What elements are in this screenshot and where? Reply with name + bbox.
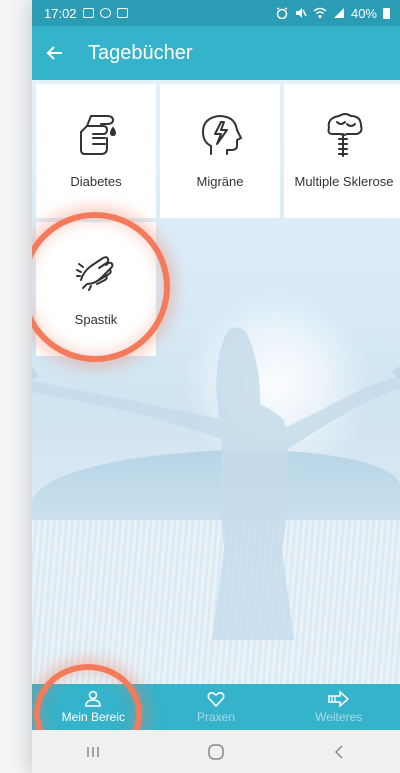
tile-label-diabetes: Diabetes <box>70 174 122 189</box>
arrow-right-outline-icon <box>327 690 349 708</box>
home-button[interactable] <box>186 730 246 773</box>
system-navigation-bar <box>32 730 400 773</box>
brain-spine-icon <box>321 112 367 158</box>
nav-label-mein-bereich: Mein Bereic <box>61 710 126 724</box>
wifi-icon <box>313 7 327 18</box>
status-right: 40% <box>275 6 390 21</box>
gallery-notification-icon <box>82 8 94 18</box>
tile-spastik[interactable]: Spastik <box>36 222 156 356</box>
tile-diabetes[interactable]: Diabetes <box>36 84 156 218</box>
battery-percentage: 40% <box>350 5 377 21</box>
status-left: 17:02 <box>44 6 128 21</box>
tile-label-migraene: Migräne <box>196 174 244 189</box>
tile-label-spastik: Spastik <box>74 312 118 327</box>
page-title: Tagebücher <box>88 41 193 64</box>
spastic-hand-icon <box>73 250 119 296</box>
battery-icon <box>383 7 390 19</box>
heart-icon <box>207 691 225 708</box>
recents-icon <box>87 746 100 757</box>
arrow-left-icon <box>46 46 62 60</box>
nav-label-weiteres: Weiteres <box>315 710 363 724</box>
system-back-button[interactable] <box>309 730 369 773</box>
image-notification-icon <box>116 8 128 18</box>
phone-screen: 17:02 40% Tagebücher Diabetes Migräne Mu… <box>32 0 400 773</box>
status-bar: 17:02 40% <box>32 0 400 26</box>
diabetes-hand-drop-icon <box>73 112 119 158</box>
recents-button[interactable] <box>63 730 123 773</box>
app-bar: Tagebücher <box>32 26 400 80</box>
tile-multiple-sklerose[interactable]: Multiple Sklerose <box>284 84 400 218</box>
head-lightning-icon <box>197 112 243 158</box>
tile-label-multiple-sklerose: Multiple Sklerose <box>294 174 394 189</box>
bottom-navigation: Mein Bereic Praxen Weiteres <box>32 684 400 730</box>
tile-migraene[interactable]: Migräne <box>160 84 280 218</box>
alarm-icon <box>276 7 288 19</box>
signal-icon <box>333 8 344 18</box>
nav-praxen[interactable]: Praxen <box>155 684 278 730</box>
back-arrow-button[interactable] <box>32 26 78 80</box>
nav-weiteres[interactable]: Weiteres <box>277 684 400 730</box>
nav-label-praxen: Praxen <box>196 710 236 724</box>
nav-mein-bereich[interactable]: Mein Bereic <box>32 684 155 730</box>
diaries-content: Diabetes Migräne Multiple Sklerose Spast… <box>32 80 400 684</box>
mute-icon <box>295 8 307 18</box>
whatsapp-notification-icon <box>99 8 111 18</box>
home-circle-icon <box>208 743 224 760</box>
person-icon <box>85 690 102 707</box>
status-time: 17:02 <box>44 5 77 21</box>
chevron-left-icon <box>334 744 343 759</box>
